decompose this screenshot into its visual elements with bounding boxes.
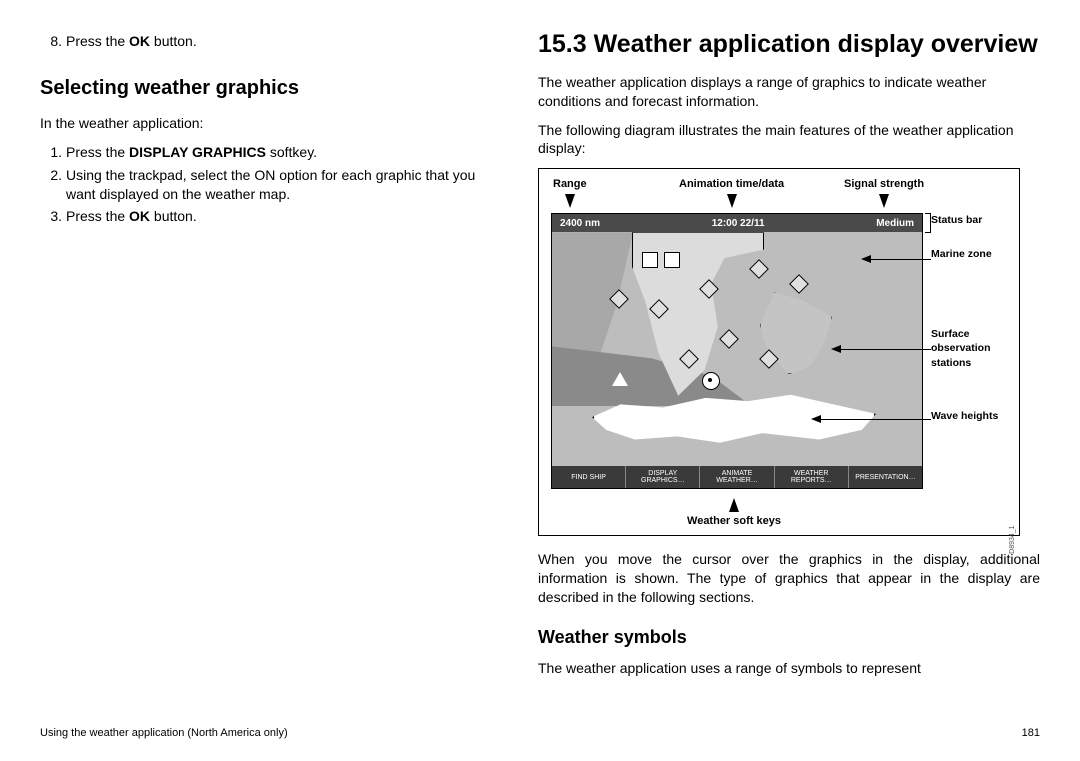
text: softkey.	[266, 144, 317, 160]
callout-marine-zone: Marine zone	[931, 247, 992, 261]
section-heading: 15.3 Weather application display overvie…	[538, 30, 1040, 59]
figure-code: D8934_1	[1008, 525, 1017, 553]
callout-status-bar: Status bar	[931, 213, 982, 227]
arrow-left-icon	[811, 415, 821, 423]
footer-left: Using the weather application (North Ame…	[40, 726, 288, 741]
signal-value: Medium	[876, 217, 914, 231]
right-column: 15.3 Weather application display overvie…	[538, 30, 1040, 688]
step-number: 2.	[40, 166, 66, 204]
callout-softkeys: Weather soft keys	[539, 498, 929, 529]
page-footer: Using the weather application (North Ame…	[40, 722, 1040, 741]
text: Press the	[66, 33, 129, 49]
softkey-presentation[interactable]: PRESENTATION…	[849, 466, 922, 488]
softkey-bar: FIND SHIP DISPLAYGRAPHICS… ANIMATEWEATHE…	[552, 466, 922, 488]
step-3: 3. Press the OK button.	[40, 207, 500, 226]
marker-icon	[612, 372, 628, 386]
text: Using the trackpad, select the ON option…	[66, 166, 500, 204]
step-8: 8. Press the OK button.	[40, 32, 500, 51]
bold-text: DISPLAY GRAPHICS	[129, 144, 266, 160]
wave-icon	[749, 259, 769, 279]
heading-weather-symbols: Weather symbols	[538, 625, 1040, 649]
text: button.	[150, 208, 197, 224]
step-number: 1.	[40, 143, 66, 162]
callout-animation: Animation time/data	[679, 177, 784, 208]
station-icon	[642, 252, 658, 268]
bold-text: OK	[129, 33, 150, 49]
paragraph: When you move the cursor over the graphi…	[538, 550, 1040, 607]
intro-text: In the weather application:	[40, 114, 500, 133]
softkey-find-ship[interactable]: FIND SHIP	[552, 466, 626, 488]
heading-selecting: Selecting weather graphics	[40, 75, 500, 102]
text: Press the	[66, 144, 129, 160]
softkey-weather-reports[interactable]: WEATHERREPORTS…	[775, 466, 849, 488]
step-2: 2. Using the trackpad, select the ON opt…	[40, 166, 500, 204]
status-bar: 2400 nm 12:00 22/11 Medium	[552, 214, 922, 232]
bold-text: OK	[129, 208, 150, 224]
wave-icon	[719, 329, 739, 349]
station-icon	[664, 252, 680, 268]
left-column: 8. Press the OK button. Selecting weathe…	[40, 30, 500, 688]
step-number: 3.	[40, 207, 66, 226]
callout-range: Range	[553, 177, 587, 208]
paragraph: The weather application displays a range…	[538, 73, 1040, 111]
weather-display-figure: Range Animation time/data Signal strengt…	[538, 168, 1020, 536]
softkey-animate-weather[interactable]: ANIMATEWEATHER…	[700, 466, 774, 488]
softkey-display-graphics[interactable]: DISPLAYGRAPHICS…	[626, 466, 700, 488]
arrow-down-icon	[565, 194, 575, 208]
text: button.	[150, 33, 197, 49]
callout-surface-stations: Surface observation stations	[931, 327, 1013, 370]
arrow-left-icon	[861, 255, 871, 263]
page-number: 181	[1022, 726, 1040, 741]
range-value: 2400 nm	[560, 217, 600, 231]
arrow-up-icon	[729, 498, 739, 512]
arrow-left-icon	[831, 345, 841, 353]
wave-icon	[789, 274, 809, 294]
text: Press the	[66, 208, 129, 224]
step-1: 1. Press the DISPLAY GRAPHICS softkey.	[40, 143, 500, 162]
callout-signal: Signal strength	[844, 177, 924, 208]
time-value: 12:00 22/11	[712, 217, 765, 231]
arrow-down-icon	[727, 194, 737, 208]
arrow-down-icon	[879, 194, 889, 208]
callout-wave-heights: Wave heights	[931, 409, 998, 423]
paragraph: The following diagram illustrates the ma…	[538, 121, 1040, 159]
step-number: 8.	[40, 32, 66, 51]
paragraph: The weather application uses a range of …	[538, 659, 1040, 678]
